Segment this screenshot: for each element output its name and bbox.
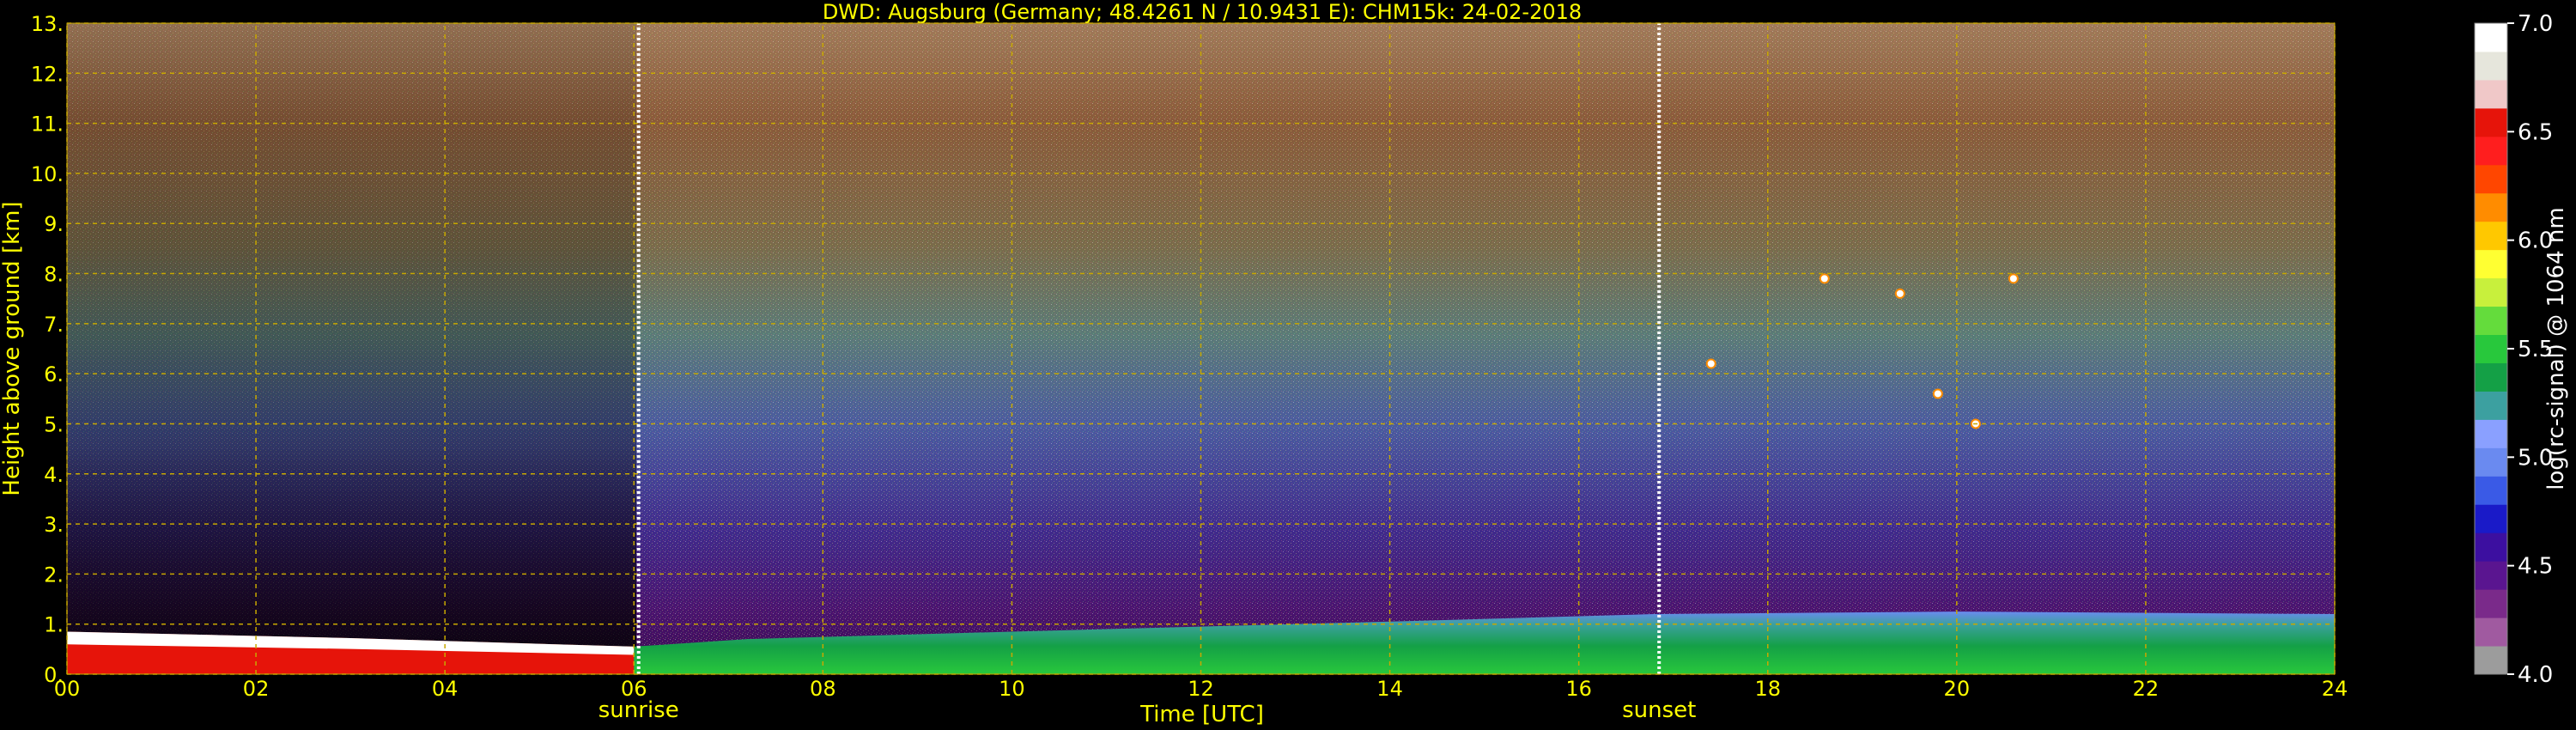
colorbar-segment — [2475, 334, 2507, 363]
plot-area — [66, 22, 2336, 675]
x-tick-label: 24 — [2322, 677, 2348, 701]
x-tick-label: 08 — [810, 677, 836, 701]
x-tick-label: 12 — [1188, 677, 1214, 701]
colorbar-segment — [2475, 617, 2507, 647]
colorbar-segment — [2475, 306, 2507, 336]
event-label-sunrise: sunrise — [598, 697, 679, 723]
x-tick-label: 10 — [999, 677, 1025, 701]
colorbar-segment — [2475, 532, 2507, 562]
x-tick-label: 00 — [54, 677, 81, 701]
colorbar-segment — [2475, 23, 2507, 52]
night-darkening — [67, 23, 636, 674]
x-axis-label: Time [UTC] — [1139, 702, 1264, 727]
y-axis-label: Height above ground [km] — [0, 201, 25, 496]
cloud-point — [1932, 388, 1943, 399]
cloud-point — [1705, 358, 1716, 369]
y-tick-label: 6. — [44, 362, 64, 386]
colorbar-tick-label: 6.5 — [2518, 119, 2553, 145]
colorbar-segment — [2475, 107, 2507, 137]
chart-title: DWD: Augsburg (Germany; 48.4261 N / 10.9… — [823, 0, 1582, 24]
colorbar-segment — [2475, 221, 2507, 251]
x-tick-label: 14 — [1376, 677, 1403, 701]
y-tick-label: 7. — [44, 313, 64, 337]
colorbar-segment — [2475, 79, 2507, 109]
colorbar-segment — [2475, 504, 2507, 533]
x-tick-label: 18 — [1754, 677, 1781, 701]
x-tick-label: 02 — [243, 677, 270, 701]
colorbar: 4.04.55.05.56.06.57.0 — [2474, 11, 2553, 688]
colorbar-tick-label: 4.0 — [2518, 662, 2553, 688]
colorbar-segment — [2475, 51, 2507, 81]
x-tick-label: 20 — [1944, 677, 1971, 701]
colorbar-tick-label: 7.0 — [2518, 11, 2553, 37]
y-tick-label: 11. — [31, 113, 64, 137]
cloud-point — [1894, 288, 1905, 299]
y-tick-label: 3. — [44, 513, 64, 537]
colorbar-segment — [2475, 419, 2507, 448]
x-tick-label: 04 — [432, 677, 459, 701]
colorbar-segment — [2475, 476, 2507, 505]
colorbar-segment — [2475, 447, 2507, 477]
colorbar-tick-label: 4.5 — [2518, 554, 2553, 580]
y-tick-label: 9. — [44, 212, 64, 236]
colorbar-segment — [2475, 561, 2507, 590]
colorbar-segment — [2475, 136, 2507, 166]
colorbar-segment — [2475, 249, 2507, 279]
y-tick-label: 5. — [44, 412, 64, 436]
event-label-sunset: sunset — [1622, 697, 1696, 723]
colorbar-segment — [2475, 164, 2507, 194]
colorbar-segment — [2475, 277, 2507, 307]
colorbar-label: log(rc-signal) @ 1064 nm — [2543, 207, 2569, 490]
colorbar-segment — [2475, 646, 2507, 675]
x-tick-label: 16 — [1565, 677, 1592, 701]
y-tick-label: 4. — [44, 463, 64, 487]
y-tick-label: 10. — [31, 162, 64, 186]
y-tick-label: 8. — [44, 263, 64, 287]
y-tick-label: 1. — [44, 613, 64, 637]
colorbar-segment — [2475, 391, 2507, 420]
cloud-point — [1819, 273, 1830, 284]
ceilometer-chart: DWD: Augsburg (Germany; 48.4261 N / 10.9… — [0, 0, 2569, 727]
y-tick-label: 12. — [31, 62, 64, 86]
colorbar-segment — [2475, 362, 2507, 392]
cloud-point — [2008, 273, 2019, 284]
y-tick-label: 2. — [44, 563, 64, 587]
colorbar-segment — [2475, 192, 2507, 222]
y-axis-ticks: 0.1.2.3.4.5.6.7.8.9.10.11.12.13. — [31, 12, 64, 687]
colorbar-segment — [2475, 589, 2507, 618]
x-tick-label: 22 — [2133, 677, 2160, 701]
y-tick-label: 13. — [31, 12, 64, 36]
